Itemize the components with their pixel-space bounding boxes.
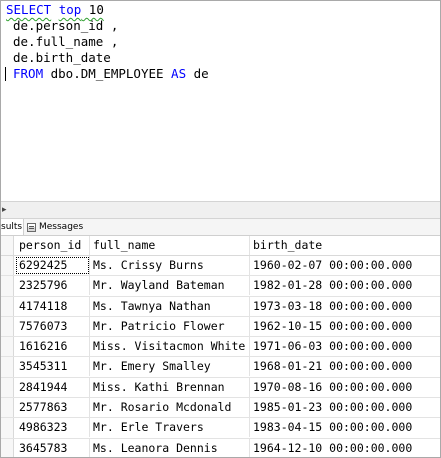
table-alias: de xyxy=(186,66,209,81)
table-row[interactable]: 2841944 Miss. Kathi Brennan 1970-08-16 0… xyxy=(1,377,440,399)
tab-messages[interactable]: Messages xyxy=(27,219,83,235)
code-line-4: de.birth_date xyxy=(13,50,111,65)
cell-person-id[interactable]: 4986323 xyxy=(15,418,90,438)
cell-birth-date[interactable]: 1973-03-18 00:00:00.000 xyxy=(250,297,439,316)
table-row[interactable]: 1616216 Miss. Visitacmon White 1971-06-0… xyxy=(1,337,440,358)
code-line-5: FROM dbo.DM_EMPLOYEE AS de xyxy=(13,66,209,82)
row-header[interactable] xyxy=(1,398,14,418)
table-row[interactable]: 4174118 Ms. Tawnya Nathan 1973-03-18 00:… xyxy=(1,296,440,317)
cell-full-name[interactable]: Miss. Visitacmon White xyxy=(90,337,250,357)
cell-full-name[interactable]: Mr. Wayland Bateman xyxy=(90,276,250,296)
keyword-select: SELECT xyxy=(6,2,52,17)
table-row[interactable]: 3645783 Ms. Leanora Dennis 1964-12-10 00… xyxy=(1,438,440,457)
table-row[interactable]: 7576073 Mr. Patricio Flower 1962-10-15 0… xyxy=(1,316,440,338)
table-row[interactable]: 2325796 Mr. Wayland Bateman 1982-01-28 0… xyxy=(1,276,440,297)
code-line-2: de.person_id , xyxy=(13,18,119,33)
table-row[interactable]: 4986323 Mr. Erle Travers 1983-04-15 00:0… xyxy=(1,418,440,439)
zoom-dropdown-arrow-icon[interactable]: ▸ xyxy=(2,202,7,218)
cell-birth-date[interactable]: 1962-10-15 00:00:00.000 xyxy=(250,317,439,336)
cell-birth-date[interactable]: 1985-01-23 00:00:00.000 xyxy=(250,398,439,417)
table-row[interactable]: 6292425 Ms. Crissy Burns 1960-02-07 00:0… xyxy=(1,256,440,277)
sql-editor[interactable]: SELECT top 10 de.person_id , de.full_nam… xyxy=(1,1,440,201)
messages-icon xyxy=(27,222,36,232)
cell-person-id[interactable]: 6292425 xyxy=(15,256,90,275)
editor-horizontal-scrollbar[interactable]: ▸ xyxy=(1,201,440,219)
cell-birth-date[interactable]: 1968-01-21 00:00:00.000 xyxy=(250,357,439,376)
cell-full-name[interactable]: Ms. Leanora Dennis xyxy=(90,438,250,457)
code-line-1: SELECT top 10 xyxy=(6,2,104,18)
table-row[interactable]: 2577863 Mr. Rosario Mcdonald 1985-01-23 … xyxy=(1,398,440,419)
row-header[interactable] xyxy=(1,337,14,357)
cell-person-id[interactable]: 3645783 xyxy=(15,438,90,457)
column-header-person-id[interactable]: person_id xyxy=(15,236,90,255)
cell-person-id[interactable]: 7576073 xyxy=(15,316,90,336)
ssms-query-window: SELECT top 10 de.person_id , de.full_nam… xyxy=(0,0,441,458)
cell-person-id[interactable]: 2577863 xyxy=(15,398,90,418)
row-header[interactable] xyxy=(1,377,14,398)
table-row[interactable]: 3545311 Mr. Emery Smalley 1968-01-21 00:… xyxy=(1,357,440,378)
results-grid[interactable]: person_id full_name birth_date 6292425 M… xyxy=(1,236,440,457)
row-header[interactable] xyxy=(1,357,14,377)
keyword-as: AS xyxy=(171,66,187,81)
cell-full-name[interactable]: Mr. Rosario Mcdonald xyxy=(90,398,250,418)
row-header[interactable] xyxy=(1,256,14,276)
cell-full-name[interactable]: Mr. Emery Smalley xyxy=(90,357,250,377)
code-line-3: de.full_name , xyxy=(13,34,119,49)
row-header[interactable] xyxy=(1,438,14,457)
table-name: dbo.DM_EMPLOYEE xyxy=(43,66,172,81)
cell-person-id[interactable]: 2325796 xyxy=(15,276,90,296)
cell-birth-date[interactable]: 1970-08-16 00:00:00.000 xyxy=(250,378,439,397)
tab-results[interactable]: sults xyxy=(1,219,24,235)
cell-full-name[interactable]: Mr. Patricio Flower xyxy=(90,316,250,336)
keyword-from: FROM xyxy=(13,66,44,81)
cell-person-id[interactable]: 4174118 xyxy=(15,296,90,316)
grid-corner-cell[interactable] xyxy=(1,236,14,255)
cell-full-name[interactable]: Ms. Crissy Burns xyxy=(90,256,250,275)
row-header[interactable] xyxy=(1,296,14,316)
cell-birth-date[interactable]: 1971-06-03 00:00:00.000 xyxy=(250,337,439,356)
top-count: 10 xyxy=(81,2,104,17)
keyword-top: top xyxy=(58,2,82,17)
cell-birth-date[interactable]: 1983-04-15 00:00:00.000 xyxy=(250,418,439,437)
cell-birth-date[interactable]: 1960-02-07 00:00:00.000 xyxy=(250,256,439,275)
text-caret xyxy=(5,67,6,81)
cell-person-id[interactable]: 2841944 xyxy=(15,377,90,397)
cell-person-id[interactable]: 3545311 xyxy=(15,357,90,377)
row-header[interactable] xyxy=(1,276,14,296)
column-header-birth-date[interactable]: birth_date xyxy=(250,236,439,255)
tab-messages-label: Messages xyxy=(39,222,84,232)
cell-person-id[interactable]: 1616216 xyxy=(15,337,90,357)
cell-birth-date[interactable]: 1982-01-28 00:00:00.000 xyxy=(250,276,439,295)
column-header-full-name[interactable]: full_name xyxy=(90,236,250,255)
results-tab-bar: sults Messages xyxy=(1,219,440,236)
cell-full-name[interactable]: Ms. Tawnya Nathan xyxy=(90,296,250,316)
grid-header-row: person_id full_name birth_date xyxy=(1,236,440,256)
row-header[interactable] xyxy=(1,316,14,337)
cell-full-name[interactable]: Miss. Kathi Brennan xyxy=(90,377,250,397)
cell-full-name[interactable]: Mr. Erle Travers xyxy=(90,418,250,438)
cell-birth-date[interactable]: 1964-12-10 00:00:00.000 xyxy=(250,439,439,457)
row-header[interactable] xyxy=(1,418,14,438)
